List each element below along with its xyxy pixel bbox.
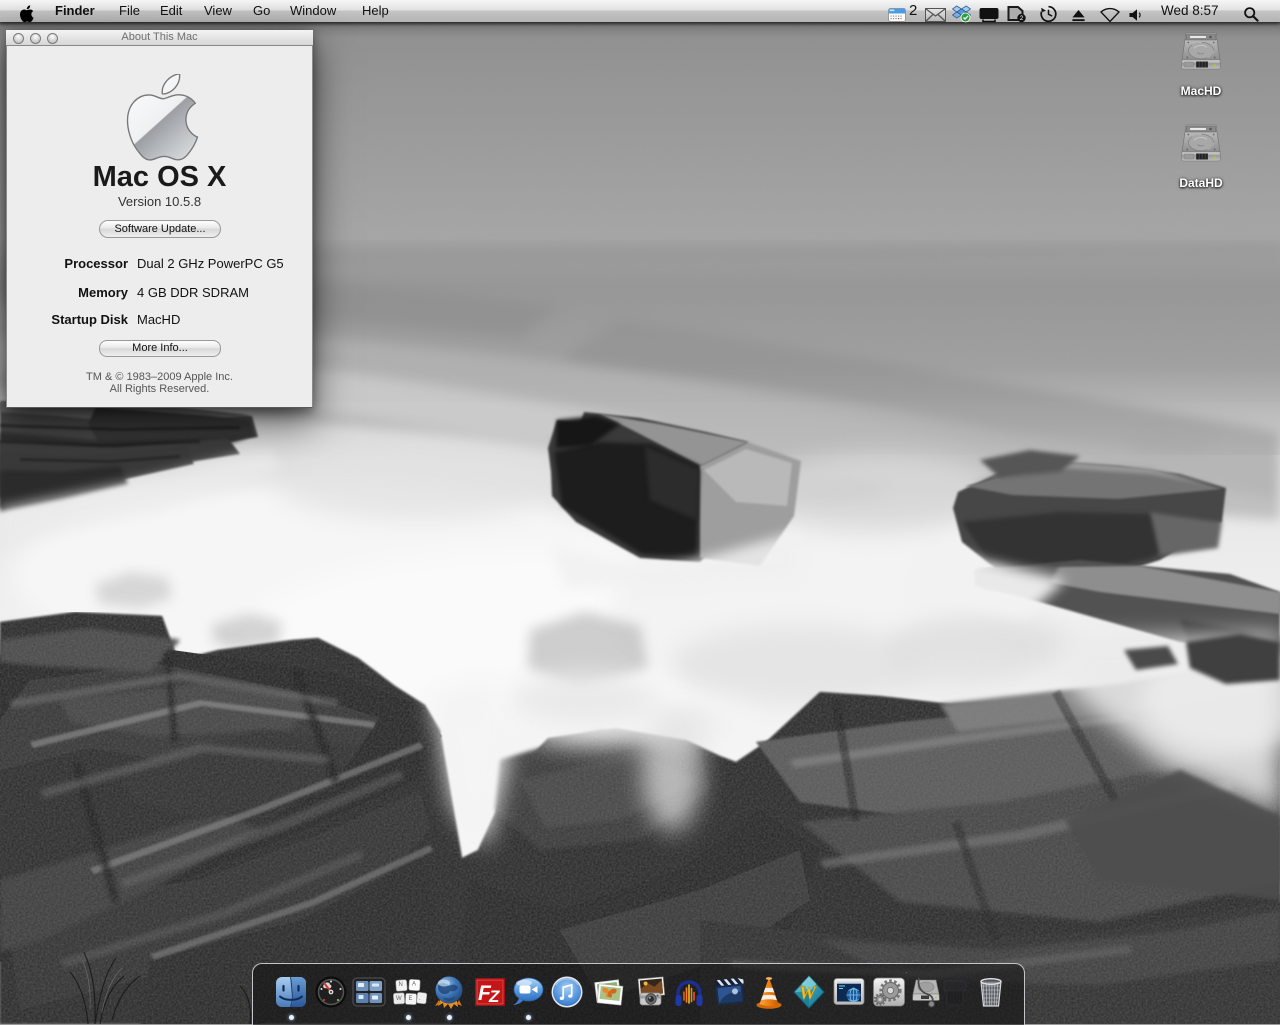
svg-text:W: W xyxy=(799,983,817,1004)
svg-text:2: 2 xyxy=(1020,15,1024,22)
svg-text:A: A xyxy=(412,982,416,988)
svg-text:W: W xyxy=(396,996,402,1002)
svg-text:E: E xyxy=(409,996,413,1002)
svg-text:N: N xyxy=(399,982,403,988)
svg-text:Z: Z xyxy=(488,987,500,1006)
